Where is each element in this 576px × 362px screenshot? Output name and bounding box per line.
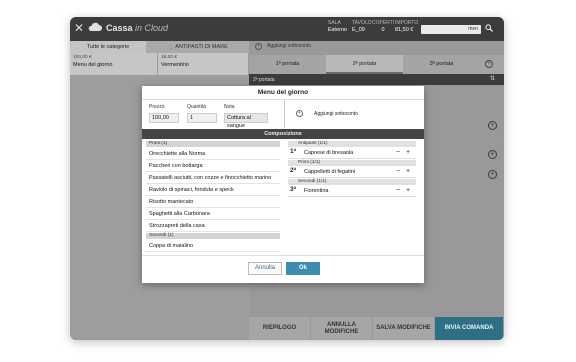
add-course-icon[interactable]: + xyxy=(485,60,493,68)
course-dish: Cappelletti di fegatini xyxy=(304,169,356,175)
app-brand: Cassa in Cloud xyxy=(106,23,169,33)
list-item[interactable]: Raviolo di spinaci, fonduta e speck xyxy=(146,184,280,196)
product-cards: 100,00 € Menu del giorno 16,00 € Verment… xyxy=(70,53,249,75)
list-category: Secondi (1) xyxy=(146,233,280,239)
course-number: 2ª xyxy=(290,167,297,174)
divider xyxy=(284,100,285,128)
send-order-button[interactable]: INVIA COMANDA xyxy=(435,317,504,340)
add-subaccount-icon[interactable]: + xyxy=(296,110,303,117)
stat-tavolo: TAVOLO E_09 xyxy=(352,20,372,33)
product-card[interactable]: 16,00 € Vermentino xyxy=(158,53,249,75)
add-item-icon[interactable]: + xyxy=(488,170,497,179)
dialog-title: Menu del giorno xyxy=(142,86,424,100)
list-item[interactable]: Passatelli asciutti, con cozze e finocch… xyxy=(146,172,280,184)
course-dish: Fiorentina xyxy=(304,188,329,194)
list-item[interactable]: Strozzapreti della casa xyxy=(146,220,280,232)
minus-icon[interactable]: − xyxy=(396,187,400,194)
add-item-icon[interactable]: + xyxy=(488,150,497,159)
list-item[interactable]: Risotto mantecato xyxy=(146,196,280,208)
stat-sala: SALA Esterno xyxy=(328,20,347,33)
plus-icon[interactable]: + xyxy=(406,187,410,194)
ok-button[interactable]: Ok xyxy=(286,262,320,275)
course-row: 3ª Fiorentina − + xyxy=(288,185,416,197)
note-label: Nota xyxy=(224,104,235,110)
tab-all-categories[interactable]: Tutte le categorie xyxy=(70,41,146,53)
menu-dialog: Menu del giorno Prezzo 100,00 Quantità 1… xyxy=(142,86,424,283)
price-label: Prezzo xyxy=(149,104,165,110)
add-subaccount-link[interactable]: Aggiungi sottoconto xyxy=(267,43,311,49)
note-input[interactable]: Cottura al sangue xyxy=(224,113,268,129)
stat-importo: IMPORTO 81,50 € xyxy=(395,20,419,33)
product-card[interactable]: 100,00 € Menu del giorno xyxy=(70,53,158,75)
minus-icon[interactable]: − xyxy=(396,168,400,175)
price-input[interactable]: 100,00 xyxy=(149,113,179,123)
plus-icon[interactable]: + xyxy=(406,168,410,175)
product-name: Menu del giorno xyxy=(73,62,113,68)
add-subaccount-icon[interactable]: + xyxy=(255,43,262,50)
dish-list: Primi (1) Orecchiette alla Norma Paccher… xyxy=(146,141,283,255)
search-icon[interactable] xyxy=(485,24,493,32)
tab-antipasti-di-mare[interactable]: ⚓ ANTIPASTI DI MARE xyxy=(146,41,249,53)
category-tabs: Tutte le categorie ⚓ ANTIPASTI DI MARE xyxy=(70,41,249,53)
quantity-input[interactable]: 1 xyxy=(187,113,217,123)
tab-course-1[interactable]: 1ª portata xyxy=(249,55,326,74)
course-number: 1ª xyxy=(290,148,297,155)
search-input[interactable]: men xyxy=(421,25,481,34)
product-name: Vermentino xyxy=(161,62,189,68)
list-item[interactable]: Spaghetti alla Carbonara xyxy=(146,208,280,220)
selected-courses: Antipasti (1/1) 1ª Caprese di bresaola −… xyxy=(288,141,416,211)
list-item[interactable]: Paccheri con bottarga xyxy=(146,160,280,172)
course-tabs: 1ª portata 2ª portata 3ª portata + xyxy=(249,55,504,74)
current-course-bar: 2ª portata xyxy=(249,74,504,85)
course-number: 3ª xyxy=(290,186,297,193)
save-changes-button[interactable]: SALVA MODIFICHE xyxy=(373,317,435,340)
plus-icon[interactable]: + xyxy=(406,149,410,156)
list-item[interactable]: Orecchiette alla Norma xyxy=(146,148,280,160)
list-category: Primi (1) xyxy=(146,141,280,147)
course-row: 2ª Cappelletti di fegatini − + xyxy=(288,166,416,178)
summary-button[interactable]: RIEPILOGO xyxy=(249,317,311,340)
bottom-action-bar: RIEPILOGO ANNULLA MODIFICHE SALVA MODIFI… xyxy=(249,317,504,340)
close-icon[interactable]: ✕ xyxy=(74,21,84,35)
sort-icon[interactable]: ⇅ xyxy=(488,76,497,85)
minus-icon[interactable]: − xyxy=(396,149,400,156)
course-row: 1ª Caprese di bresaola − + xyxy=(288,147,416,159)
course-dish: Caprese di bresaola xyxy=(304,150,354,156)
cancel-button[interactable]: Annulla xyxy=(248,262,282,275)
cancel-changes-button[interactable]: ANNULLA MODIFICHE xyxy=(311,317,373,340)
product-price: 16,00 € xyxy=(161,55,178,60)
dialog-footer: Annulla Ok xyxy=(142,255,424,283)
add-item-icon[interactable]: + xyxy=(488,121,497,130)
tab-course-2[interactable]: 2ª portata xyxy=(326,55,403,74)
quantity-label: Quantità xyxy=(187,104,206,110)
product-price: 100,00 € xyxy=(73,55,92,60)
cloud-logo-icon xyxy=(88,22,102,31)
composition-header: Composizione xyxy=(142,129,424,139)
list-item[interactable]: Coppa di maialino xyxy=(146,240,280,252)
add-subaccount-link[interactable]: Aggiungi sottoconto xyxy=(314,111,358,117)
tab-course-3[interactable]: 3ª portata xyxy=(403,55,480,74)
stat-coperti: COPERTI 0 xyxy=(372,20,395,33)
top-bar: ✕ Cassa in Cloud SALA Esterno TAVOLO E_09 … xyxy=(70,17,504,41)
